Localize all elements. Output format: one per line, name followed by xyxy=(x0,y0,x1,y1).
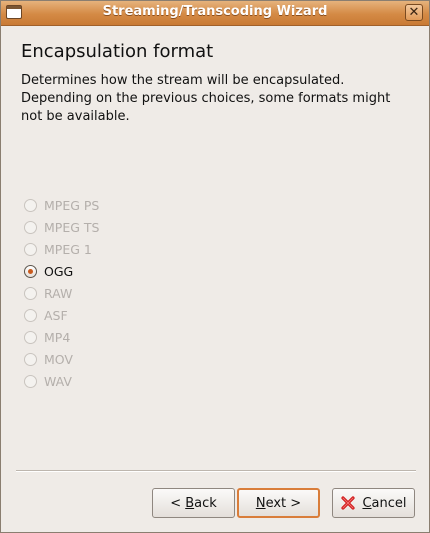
radio-label: ASF xyxy=(44,307,68,323)
page-description: Determines how the stream will be encaps… xyxy=(21,72,416,126)
wizard-window: Streaming/Transcoding Wizard ✕ Encapsula… xyxy=(0,0,430,533)
radio-button[interactable] xyxy=(24,220,37,234)
next-button[interactable]: Next > xyxy=(237,488,320,518)
radio-label: MPEG PS xyxy=(44,197,100,213)
radio-label: RAW xyxy=(44,285,73,301)
back-button[interactable]: < Back xyxy=(152,488,235,518)
format-radio-group: MPEG PS MPEG TS MPEG 1 OGG RAW ASF MP4 M… xyxy=(24,194,99,392)
radio-button[interactable] xyxy=(24,264,37,278)
cancel-button-mnemonic: C xyxy=(362,495,372,511)
next-button-suffix: ext > xyxy=(265,495,302,511)
page-title: Encapsulation format xyxy=(21,41,214,62)
button-separator xyxy=(16,470,416,472)
radio-option-mp4[interactable]: MP4 xyxy=(24,326,99,348)
description-line: not be available. xyxy=(21,109,130,124)
radio-button[interactable] xyxy=(24,198,37,212)
window-title: Streaming/Transcoding Wizard xyxy=(102,4,328,19)
radio-option-mpeg-1[interactable]: MPEG 1 xyxy=(24,238,99,260)
radio-button[interactable] xyxy=(24,242,37,256)
radio-option-raw[interactable]: RAW xyxy=(24,282,99,304)
radio-option-mpeg-ps[interactable]: MPEG PS xyxy=(24,194,99,216)
back-button-suffix: ack xyxy=(194,495,217,511)
radio-button[interactable] xyxy=(24,308,37,322)
radio-label: MP4 xyxy=(44,329,71,345)
radio-option-wav[interactable]: WAV xyxy=(24,370,99,392)
back-button-prefix: < xyxy=(170,495,186,511)
description-line: Depending on the previous choices, some … xyxy=(21,91,391,106)
description-line: Determines how the stream will be encaps… xyxy=(21,73,345,88)
radio-label: WAV xyxy=(44,373,72,389)
radio-option-mpeg-ts[interactable]: MPEG TS xyxy=(24,216,99,238)
radio-button[interactable] xyxy=(24,330,37,344)
cancel-button-suffix: ancel xyxy=(371,495,407,511)
cancel-x-icon xyxy=(341,496,356,510)
radio-label: OGG xyxy=(44,263,74,279)
title-bar[interactable]: Streaming/Transcoding Wizard ✕ xyxy=(1,1,429,26)
radio-button[interactable] xyxy=(24,286,37,300)
radio-button[interactable] xyxy=(24,374,37,388)
radio-label: MPEG 1 xyxy=(44,241,92,257)
radio-button[interactable] xyxy=(24,352,37,366)
radio-label: MPEG TS xyxy=(44,219,100,235)
radio-option-mov[interactable]: MOV xyxy=(24,348,99,370)
window-close-icon[interactable]: ✕ xyxy=(405,4,423,21)
next-button-mnemonic: N xyxy=(255,495,266,511)
back-button-mnemonic: B xyxy=(185,495,195,511)
radio-option-asf[interactable]: ASF xyxy=(24,304,99,326)
radio-option-ogg[interactable]: OGG xyxy=(24,260,99,282)
cancel-button[interactable]: Cancel xyxy=(332,488,415,518)
radio-label: MOV xyxy=(44,351,73,367)
